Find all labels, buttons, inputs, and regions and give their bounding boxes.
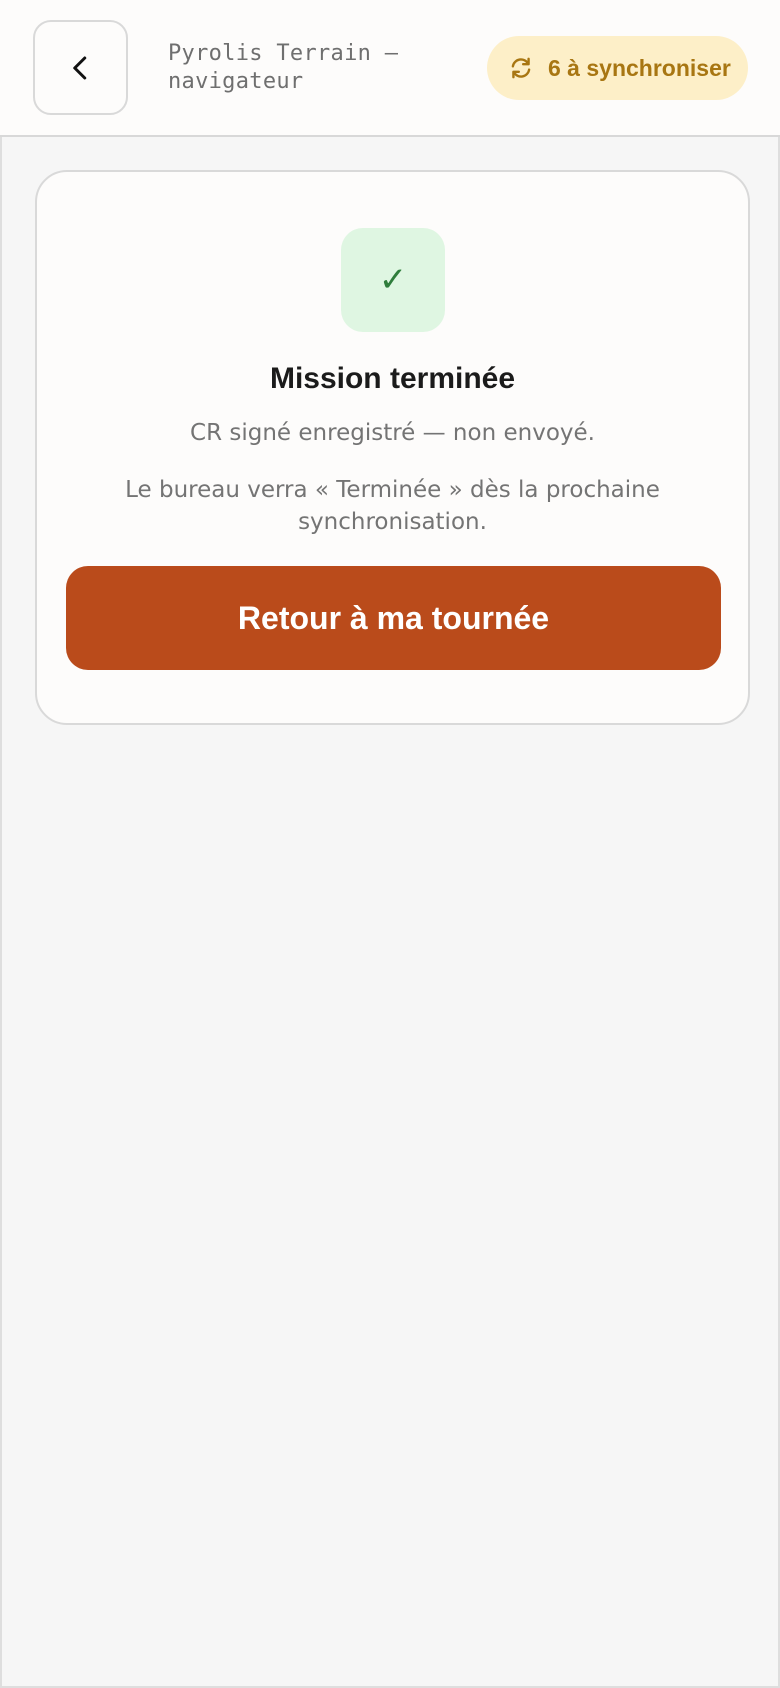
chevron-left-icon bbox=[72, 56, 86, 79]
app-screen: Pyrolis Terrain — navigateur 6 à synchro… bbox=[0, 0, 780, 1688]
top-bar: Pyrolis Terrain — navigateur 6 à synchro… bbox=[0, 0, 780, 137]
return-to-route-button[interactable]: Retour à ma tournée bbox=[66, 566, 721, 670]
main-content: ✓ Mission terminée CR signé enregistré —… bbox=[0, 137, 780, 1688]
check-icon: ✓ bbox=[341, 228, 445, 332]
back-button[interactable] bbox=[33, 20, 128, 115]
sync-count-label: 6 à synchroniser bbox=[548, 54, 731, 81]
app-title: Pyrolis Terrain — navigateur bbox=[168, 41, 399, 94]
mission-status-title: Mission terminée bbox=[269, 362, 516, 395]
sync-info-text: Le bureau verra « Terminée » dès la proc… bbox=[125, 477, 660, 535]
report-status-text: CR signé enregistré — non envoyé. bbox=[190, 420, 595, 446]
sync-status-button[interactable]: 6 à synchroniser bbox=[487, 36, 748, 100]
sync-icon bbox=[511, 57, 531, 79]
mission-complete-card: ✓ Mission terminée CR signé enregistré —… bbox=[35, 170, 750, 725]
